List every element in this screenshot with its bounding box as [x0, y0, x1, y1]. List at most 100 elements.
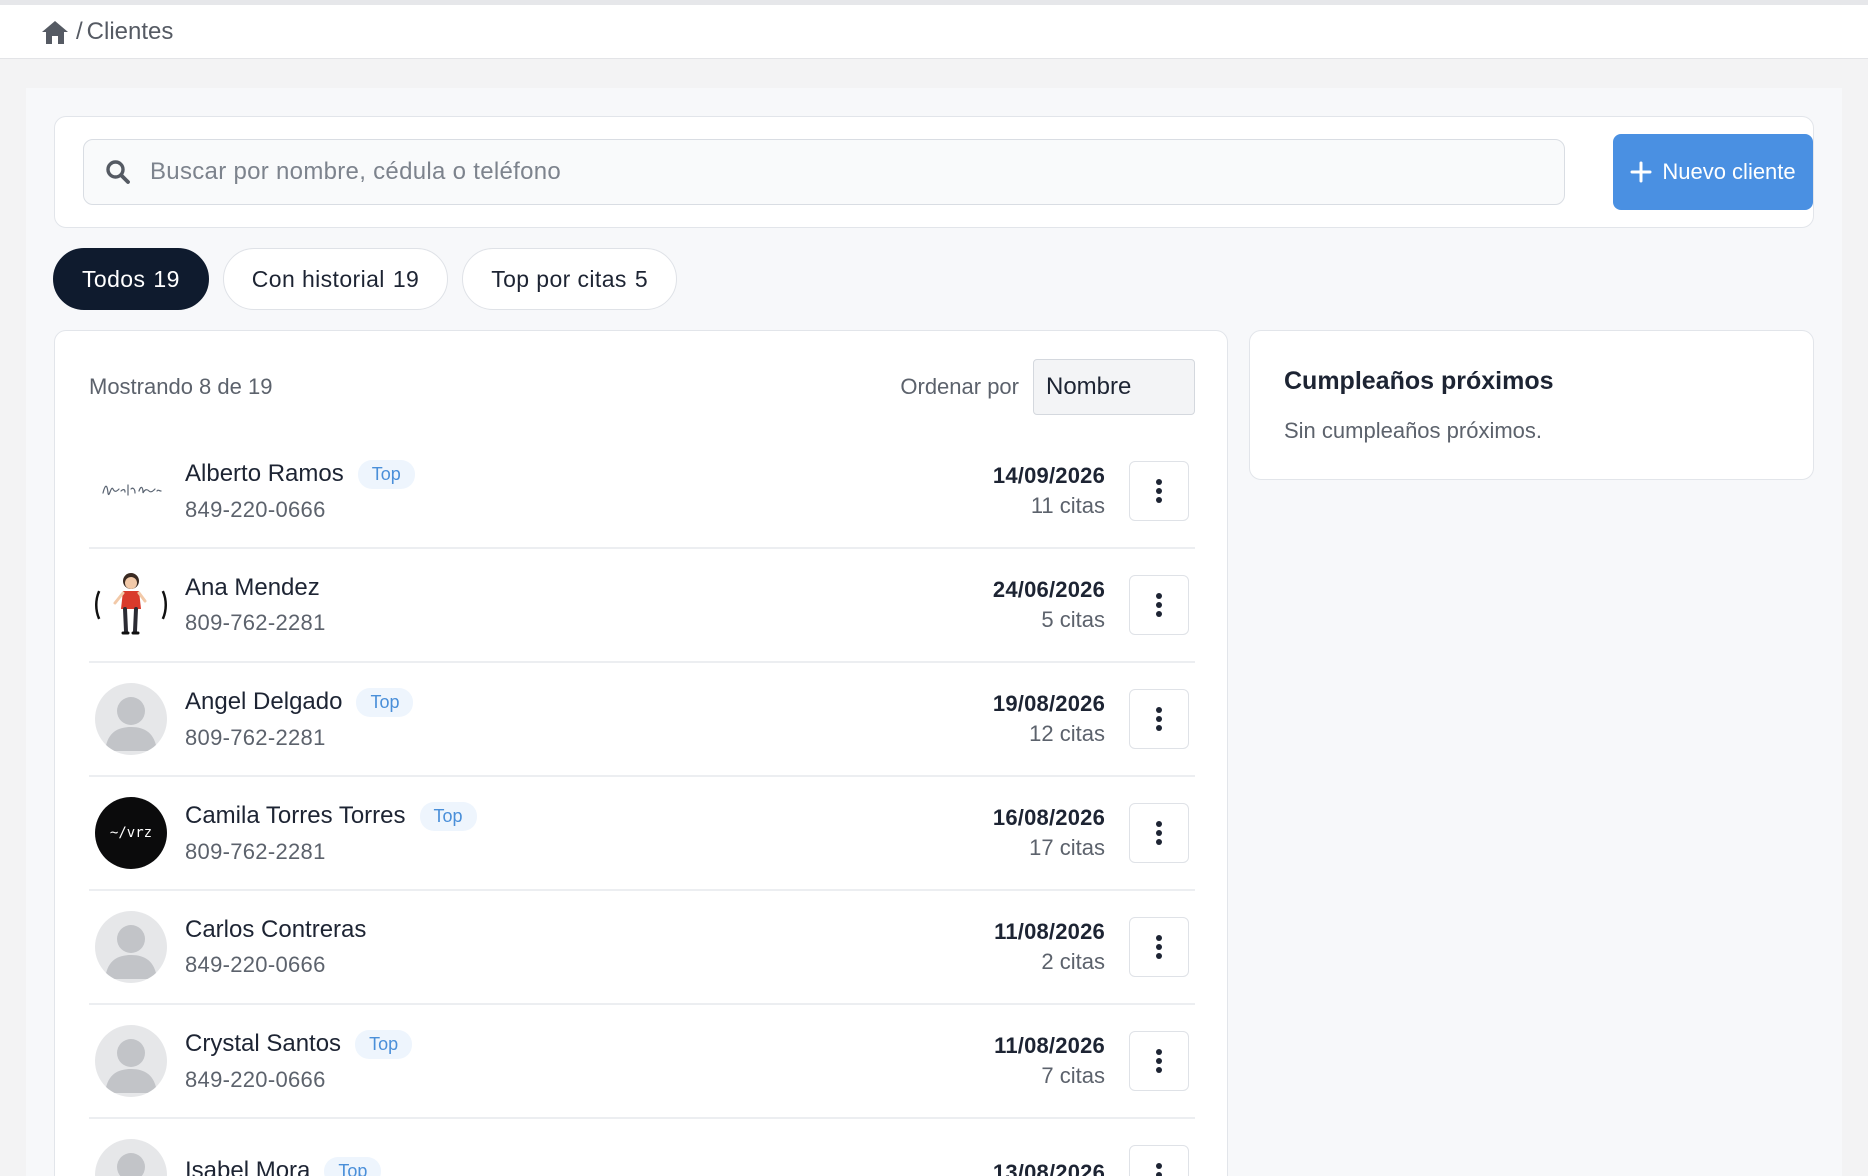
breadcrumb-separator: /	[76, 17, 83, 45]
more-vertical-icon	[1156, 707, 1162, 731]
sort-label: Ordenar por	[900, 374, 1019, 399]
client-row[interactable]: Carlos Contreras 849-220-0666 11/08/2026…	[89, 891, 1195, 1005]
more-vertical-icon	[1156, 1049, 1162, 1073]
more-vertical-icon	[1156, 593, 1162, 617]
avatar-signature	[95, 455, 167, 527]
filter-label: Top por citas	[491, 265, 627, 292]
client-info: Alberto Ramos Top 849-220-0666	[185, 459, 415, 523]
avatar-character	[95, 569, 167, 641]
row-menu-button[interactable]	[1129, 689, 1189, 749]
client-meta: 14/09/2026 11 citas	[993, 463, 1105, 519]
client-meta: 19/08/2026 12 citas	[993, 691, 1105, 747]
filter-count: 19	[153, 265, 180, 292]
search-icon	[106, 160, 130, 184]
filter-label: Con historial	[251, 265, 385, 292]
new-client-label: Nuevo cliente	[1662, 159, 1796, 184]
avatar-default-icon	[95, 911, 167, 983]
top-badge: Top	[324, 1156, 382, 1176]
client-appointments: 7 citas	[1041, 1063, 1105, 1088]
client-info: Angel Delgado Top 809-762-2281	[185, 687, 414, 751]
client-date: 14/09/2026	[992, 463, 1105, 488]
client-phone: 809-762-2281	[185, 838, 326, 864]
client-meta: 13/08/2026	[993, 1160, 1105, 1176]
client-phone: 849-220-0666	[185, 952, 326, 977]
client-row[interactable]: Alberto Ramos Top 849-220-0666 14/09/202…	[89, 435, 1195, 549]
avatar-default-icon	[95, 1025, 167, 1097]
sort-control: Ordenar por Nombre	[900, 359, 1195, 415]
client-phone: 809-762-2281	[185, 610, 326, 635]
client-info: Crystal Santos Top 849-220-0666	[185, 1029, 413, 1093]
search-input[interactable]	[150, 158, 1530, 186]
client-phone: 809-762-2281	[185, 724, 326, 750]
client-date: 11/08/2026	[994, 1033, 1105, 1058]
client-meta: 11/08/2026 7 citas	[994, 1033, 1105, 1089]
filter-tabs: Todos 19 Con historial 19 Top por citas …	[53, 248, 678, 310]
filter-count: 5	[634, 265, 649, 292]
row-menu-button[interactable]	[1129, 917, 1189, 977]
client-name: Alberto Ramos	[185, 460, 344, 487]
filter-label: Todos	[82, 265, 146, 292]
client-rows: Alberto Ramos Top 849-220-0666 14/09/202…	[89, 435, 1195, 1176]
client-name: Angel Delgado	[185, 688, 343, 715]
client-row[interactable]: Isabel Mora Top 13/08/2026	[89, 1119, 1195, 1176]
plus-icon	[1630, 161, 1652, 183]
top-badge: Top	[357, 459, 415, 489]
client-info: Ana Mendez 809-762-2281	[185, 574, 326, 636]
client-appointments: 17 citas	[1029, 835, 1105, 860]
client-list-card: Mostrando 8 de 19 Ordenar por Nombre Alb…	[54, 330, 1228, 1176]
client-meta: 24/06/2026 5 citas	[993, 577, 1105, 633]
row-menu-button[interactable]	[1129, 1031, 1189, 1091]
client-name: Isabel Mora	[185, 1157, 311, 1176]
list-header: Mostrando 8 de 19 Ordenar por Nombre	[89, 359, 1195, 415]
row-menu-button[interactable]	[1129, 803, 1189, 863]
client-row[interactable]: Ana Mendez 809-762-2281 24/06/2026 5 cit…	[89, 549, 1195, 663]
client-appointments: 12 citas	[1029, 721, 1105, 746]
row-menu-button[interactable]	[1129, 1145, 1189, 1176]
sort-select[interactable]: Nombre	[1033, 359, 1195, 415]
birthdays-empty-message: Sin cumpleaños próximos.	[1284, 418, 1543, 443]
client-meta: 11/08/2026 2 citas	[994, 919, 1105, 975]
new-client-button[interactable]: Nuevo cliente	[1613, 134, 1813, 210]
filter-with-history[interactable]: Con historial 19	[222, 248, 449, 310]
birthdays-title: Cumpleaños próximos	[1284, 367, 1554, 395]
client-date: 24/06/2026	[992, 577, 1105, 602]
top-badge: Top	[355, 1029, 413, 1059]
client-date: 13/08/2026	[992, 1160, 1105, 1176]
client-name: Camila Torres Torres	[185, 802, 406, 829]
filter-count: 19	[392, 265, 420, 292]
client-info: Camila Torres Torres Top 809-762-2281	[185, 801, 477, 865]
more-vertical-icon	[1156, 1163, 1162, 1176]
client-name: Crystal Santos	[185, 1030, 342, 1057]
breadcrumb: / Clientes	[0, 0, 1868, 59]
client-date: 16/08/2026	[992, 805, 1105, 830]
more-vertical-icon	[1156, 821, 1162, 845]
client-row[interactable]: Crystal Santos Top 849-220-0666 11/08/20…	[89, 1005, 1195, 1119]
more-vertical-icon	[1156, 935, 1162, 959]
filter-all[interactable]: Todos 19	[53, 248, 209, 310]
client-date: 11/08/2026	[994, 919, 1105, 944]
client-appointments: 5 citas	[1041, 607, 1105, 632]
more-vertical-icon	[1156, 479, 1162, 503]
client-phone: 849-220-0666	[185, 496, 326, 522]
client-info: Isabel Mora Top	[185, 1156, 382, 1176]
client-appointments: 11 citas	[1030, 493, 1105, 518]
client-info: Carlos Contreras 849-220-0666	[185, 916, 366, 978]
search-box[interactable]	[83, 139, 1565, 205]
client-row[interactable]: ~/vrz Camila Torres Torres Top 809-762-2…	[89, 777, 1195, 891]
client-date: 19/08/2026	[992, 691, 1105, 716]
client-name: Ana Mendez	[185, 574, 320, 601]
avatar-default-icon	[95, 1139, 167, 1176]
filter-top-by-appointments[interactable]: Top por citas 5	[462, 248, 678, 310]
client-meta: 16/08/2026 17 citas	[993, 805, 1105, 861]
client-row[interactable]: Angel Delgado Top 809-762-2281 19/08/202…	[89, 663, 1195, 777]
top-badge: Top	[356, 687, 414, 717]
home-icon[interactable]	[40, 19, 70, 45]
main-panel: Nuevo cliente Todos 19 Con historial 19 …	[26, 88, 1842, 1176]
search-card: Nuevo cliente	[54, 116, 1814, 228]
breadcrumb-current: Clientes	[86, 17, 174, 45]
row-menu-button[interactable]	[1129, 461, 1189, 521]
row-menu-button[interactable]	[1129, 575, 1189, 635]
client-name: Carlos Contreras	[185, 916, 367, 943]
top-badge: Top	[419, 801, 477, 831]
avatar-logo: ~/vrz	[95, 797, 167, 869]
